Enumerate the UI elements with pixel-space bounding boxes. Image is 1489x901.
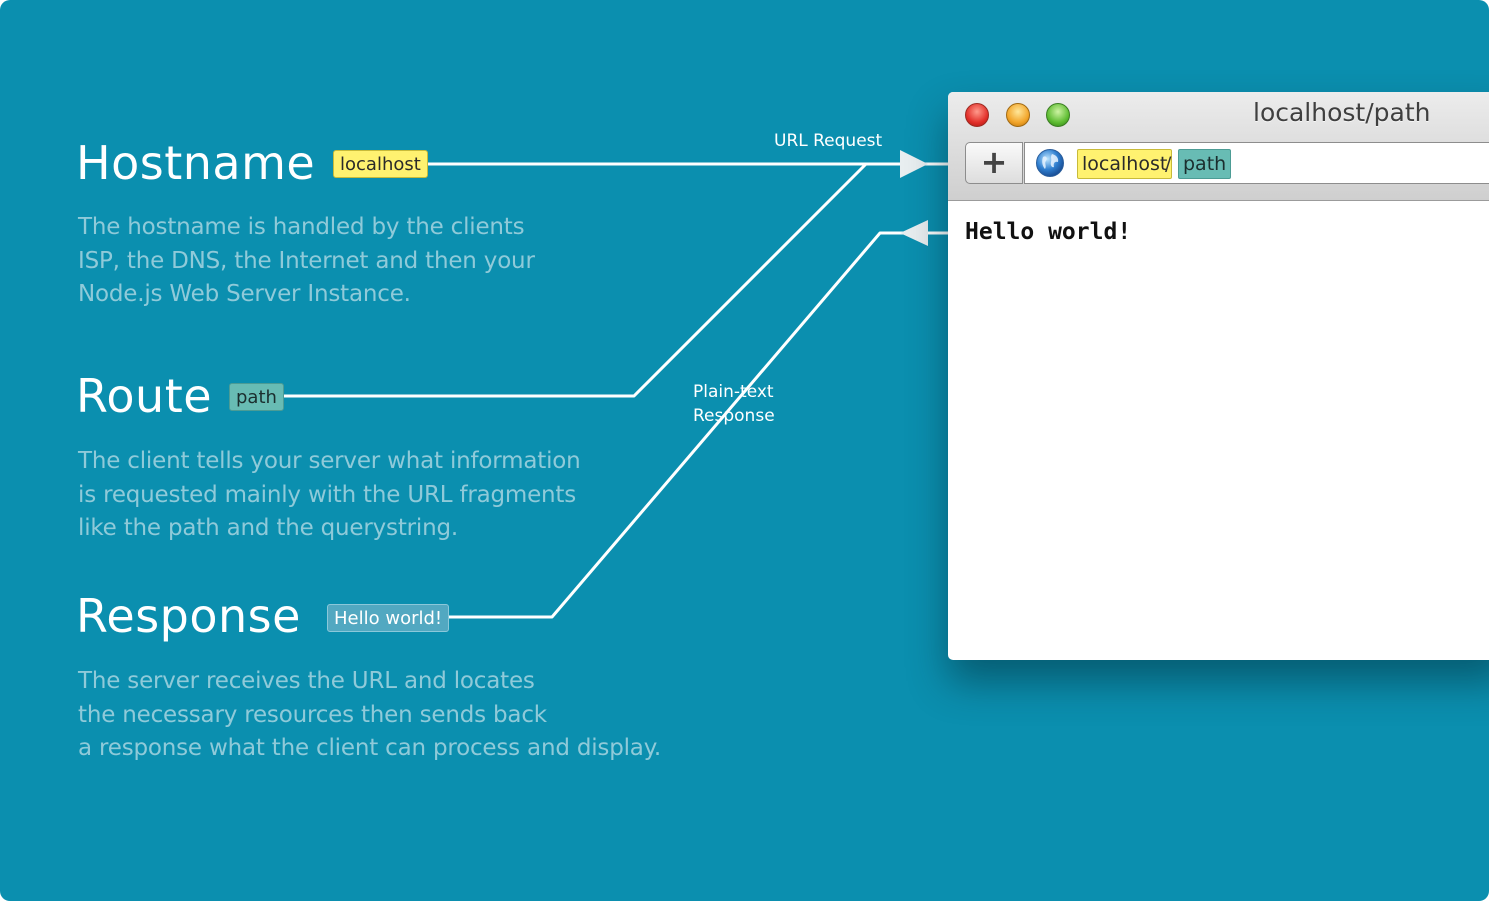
plain-text-response-label-line: Plain-text [693,382,774,402]
route-tag: path [229,383,284,411]
hostname-description-line: ISP, the DNS, the Internet and then your [78,247,535,274]
response-heading: Response [76,589,301,643]
route-heading: Route [76,369,213,423]
url-separator: / [1165,153,1172,175]
response-tag: Hello world! [327,604,450,632]
globe-icon [1036,149,1064,177]
hostname-tag: localhost [333,150,428,178]
response-description-line: The server receives the URL and locates [78,668,535,694]
route-description: The client tells your server what inform… [78,445,581,546]
url-request-label: URL Request [774,131,883,151]
route-description-line: The client tells your server what inform… [78,448,581,474]
hostname-heading: Hostname [76,136,316,190]
url-path: path [1178,149,1232,179]
window-title: localhost/path [1253,98,1431,127]
route-description-line: is requested mainly with the URL fragmen… [78,481,577,508]
diagram-canvas: Hostname localhost The hostname is handl… [0,0,1489,901]
response-description: The server receives the URL and locates … [78,665,661,766]
hostname-description-line: The hostname is handled by the clients [78,214,525,240]
address-bar[interactable]: localhost / path [1024,142,1489,184]
response-description-line: a response what the client can process a… [78,735,661,761]
route-description-line: like the path and the querystring. [78,515,458,541]
hostname-description-line: Node.js Web Server Instance. [78,281,411,307]
close-icon[interactable] [965,103,989,127]
page-content: Hello world! [965,219,1132,245]
request-arrowhead [900,150,928,178]
hostname-description: The hostname is handled by the clients I… [78,211,535,312]
url-hostname: localhost [1077,149,1173,179]
minimize-icon[interactable] [1006,103,1030,127]
zoom-icon[interactable] [1046,103,1070,127]
response-description-line: the necessary resources then sends back [78,701,547,728]
browser-window: localhost/path + localhost / path Hello … [948,92,1489,660]
plain-text-response-label-line: Response [693,406,775,426]
plain-text-response-label: Plain-text Response [693,380,775,428]
plus-icon[interactable]: + [965,142,1023,184]
response-arrowhead [900,220,928,246]
browser-titlebar: localhost/path + localhost / path [948,92,1489,201]
